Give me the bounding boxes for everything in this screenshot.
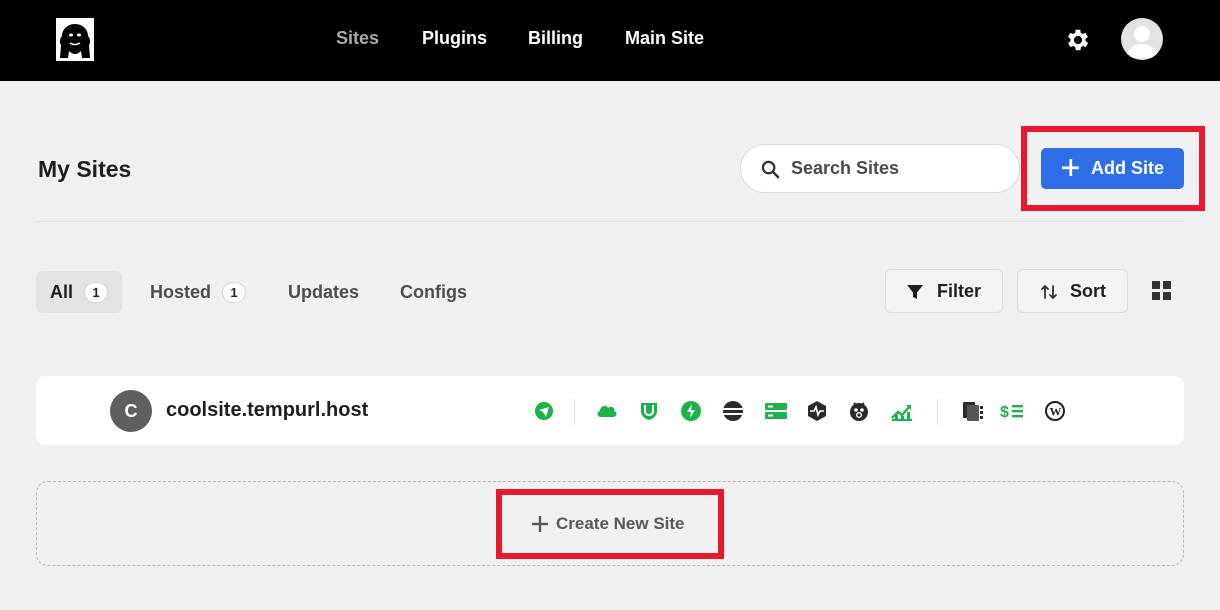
backups-icon[interactable] <box>961 400 985 422</box>
tab-all[interactable]: All 1 <box>36 271 122 313</box>
site-name[interactable]: coolsite.tempurl.host <box>166 399 368 422</box>
filter-icon <box>906 283 924 301</box>
malware-scan-icon[interactable] <box>848 400 870 422</box>
add-site-button[interactable]: Add Site <box>1041 148 1184 189</box>
search-icon <box>761 160 780 179</box>
nav-sites[interactable]: Sites <box>336 28 379 49</box>
hosting-icon[interactable] <box>764 400 788 422</box>
nav-billing[interactable]: Billing <box>528 28 583 49</box>
search-input[interactable]: Search Sites <box>740 144 1020 193</box>
tab-all-count: 1 <box>84 282 108 303</box>
tab-hosted-count: 1 <box>222 282 246 303</box>
icon-divider <box>574 398 575 425</box>
firewall-shield-icon[interactable] <box>638 400 660 422</box>
ssl-icon[interactable] <box>533 400 555 422</box>
svg-text:W: W <box>1050 405 1062 419</box>
site-row[interactable]: C coolsite.tempurl.host $ W <box>36 376 1184 445</box>
gorilla-logo-icon[interactable] <box>56 18 94 61</box>
plus-icon <box>1060 157 1081 178</box>
search-placeholder: Search Sites <box>791 158 900 178</box>
plus-icon <box>530 514 550 534</box>
top-navigation-bar: Sites Plugins Billing Main Site <box>0 0 1220 81</box>
tab-configs-label: Configs <box>400 282 467 302</box>
filter-label: Filter <box>937 281 982 301</box>
speed-bolt-icon[interactable] <box>680 400 702 422</box>
seo-chart-icon[interactable] <box>890 400 914 422</box>
tab-all-label: All <box>50 282 74 302</box>
tab-updates[interactable]: Updates <box>274 271 374 313</box>
sort-label: Sort <box>1070 281 1106 301</box>
nav-main-site[interactable]: Main Site <box>625 28 704 49</box>
tab-updates-label: Updates <box>288 282 360 302</box>
icon-divider <box>937 398 938 425</box>
sort-icon <box>1040 283 1058 301</box>
filter-button[interactable]: Filter <box>885 269 1003 313</box>
cdn-cloud-icon[interactable] <box>595 400 619 422</box>
create-new-site-button[interactable]: Create New Site <box>506 500 715 549</box>
tab-hosted[interactable]: Hosted 1 <box>136 271 256 313</box>
svg-text:$: $ <box>1000 404 1009 421</box>
server-stack-icon[interactable] <box>722 400 744 422</box>
site-avatar: C <box>110 390 152 432</box>
divider <box>36 221 1184 222</box>
nav-plugins[interactable]: Plugins <box>422 28 487 49</box>
sort-button[interactable]: Sort <box>1017 269 1128 313</box>
grid-view-icon[interactable] <box>1152 281 1171 300</box>
tab-configs[interactable]: Configs <box>386 271 482 313</box>
add-site-label: Add Site <box>1091 158 1165 178</box>
wordpress-icon[interactable]: W <box>1044 400 1066 422</box>
create-new-site-label: Create New Site <box>556 514 685 533</box>
tab-hosted-label: Hosted <box>150 282 212 302</box>
billing-icon[interactable]: $ <box>1000 400 1024 422</box>
page-title: My Sites <box>38 156 132 182</box>
uptime-monitor-icon[interactable] <box>806 400 828 422</box>
gear-icon[interactable] <box>1064 26 1092 54</box>
user-avatar-icon[interactable] <box>1121 18 1163 60</box>
